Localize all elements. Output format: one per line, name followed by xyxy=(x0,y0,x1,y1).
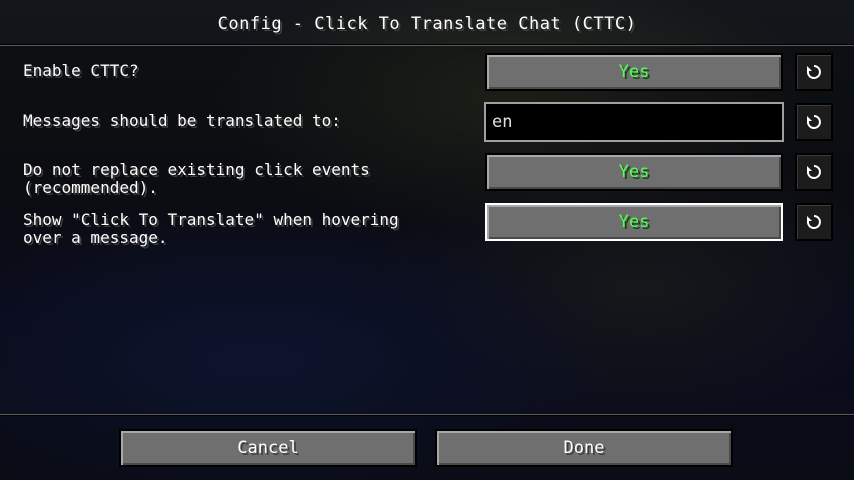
done-button-label: Done xyxy=(563,438,605,458)
reset-enable-cttc-button[interactable] xyxy=(795,53,833,91)
show-hover-text-toggle[interactable]: Yes xyxy=(485,203,783,241)
footer-divider xyxy=(0,414,854,416)
option-label-target-language: Messages should be translated to: xyxy=(23,111,341,130)
cancel-button-label: Cancel xyxy=(237,438,299,458)
reset-icon xyxy=(806,215,821,229)
show-hover-text-value: Yes xyxy=(618,212,650,232)
enable-cttc-toggle[interactable]: Yes xyxy=(485,53,783,91)
reset-icon xyxy=(806,165,821,179)
reset-icon xyxy=(806,65,821,79)
reset-show-hover-text-button[interactable] xyxy=(795,203,833,241)
option-label-keep-click-events: Do not replace existing click events (re… xyxy=(23,160,370,197)
option-label-show-hover-text: Show "Click To Translate" when hovering … xyxy=(23,210,399,247)
done-button[interactable]: Done xyxy=(435,429,733,467)
reset-icon xyxy=(806,115,821,129)
cancel-button[interactable]: Cancel xyxy=(119,429,417,467)
option-label-enable-cttc: Enable CTTC? xyxy=(23,61,139,80)
target-language-value: en xyxy=(492,112,513,132)
keep-click-events-toggle[interactable]: Yes xyxy=(485,153,783,191)
reset-keep-click-events-button[interactable] xyxy=(795,153,833,191)
header-divider xyxy=(0,44,854,46)
target-language-input[interactable]: en xyxy=(484,102,784,142)
enable-cttc-value: Yes xyxy=(618,62,650,82)
keep-click-events-value: Yes xyxy=(618,162,650,182)
reset-target-language-button[interactable] xyxy=(795,103,833,141)
page-title: Config - Click To Translate Chat (CTTC) xyxy=(217,14,637,34)
